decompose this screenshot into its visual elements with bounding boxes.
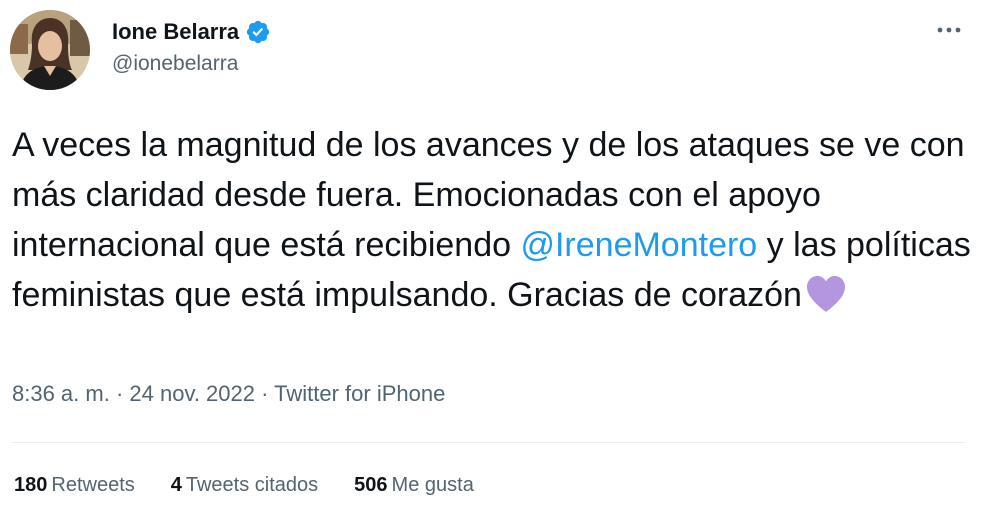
author-name-row: Ione Belarra xyxy=(112,12,271,52)
tweet-card: Ione Belarra @ionebelarra A veces la mag… xyxy=(0,0,1000,518)
verified-badge-icon xyxy=(247,20,270,44)
author-handle[interactable]: @ionebelarra xyxy=(112,52,271,76)
author-avatar[interactable] xyxy=(10,10,90,90)
more-options-icon[interactable] xyxy=(934,20,964,40)
author-display-name[interactable]: Ione Belarra xyxy=(112,19,239,45)
retweets-stat[interactable]: 180 Retweets xyxy=(14,474,135,497)
retweets-count: 180 xyxy=(14,474,48,496)
meta-separator: · xyxy=(255,381,275,406)
tweet-date[interactable]: 24 nov. 2022 xyxy=(129,381,255,406)
quote-tweets-count: 4 xyxy=(170,474,182,496)
mention-link[interactable]: @IreneMontero xyxy=(520,226,757,264)
tweet-metadata: 8:36 a. m. · 24 nov. 2022 · Twitter for … xyxy=(12,381,445,407)
likes-label: Me gusta xyxy=(391,474,474,496)
avatar-photo-icon xyxy=(10,10,90,90)
likes-count: 506 xyxy=(354,474,388,496)
tweet-time[interactable]: 8:36 a. m. xyxy=(12,381,110,406)
tweet-text: A veces la magnitud de los avances y de … xyxy=(12,120,987,320)
engagement-stats: 180 Retweets 4 Tweets citados 506 Me gusta xyxy=(14,474,510,497)
divider xyxy=(12,442,965,443)
purple-heart-icon xyxy=(806,276,845,312)
quote-tweets-label: Tweets citados xyxy=(185,474,319,496)
tweet-source[interactable]: Twitter for iPhone xyxy=(274,381,445,406)
retweets-label: Retweets xyxy=(51,474,135,496)
meta-separator: · xyxy=(109,381,130,406)
quote-tweets-stat[interactable]: 4 Tweets citados xyxy=(171,474,318,497)
author-block: Ione Belarra @ionebelarra xyxy=(112,12,271,76)
likes-stat[interactable]: 506 Me gusta xyxy=(354,474,474,497)
